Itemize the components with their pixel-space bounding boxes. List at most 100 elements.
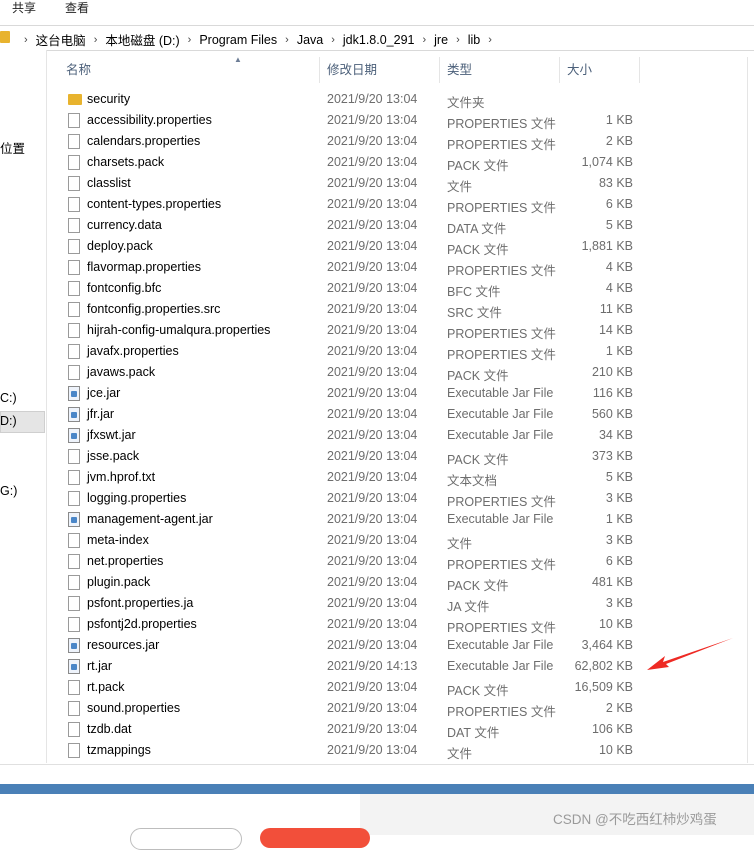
file-name[interactable]: classlist	[87, 176, 131, 190]
file-name[interactable]: fontconfig.bfc	[87, 281, 161, 295]
file-row[interactable]: currency.data 2021/9/20 13:04 DATA 文件 5 KB	[60, 215, 700, 236]
address-bar[interactable]: › 这台电脑 › 本地磁盘 (D:) › Program Files › Java › …	[0, 25, 754, 51]
breadcrumb-item[interactable]: lib	[468, 33, 481, 47]
file-name[interactable]: tzdb.dat	[87, 722, 131, 736]
file-name[interactable]: javaws.pack	[87, 365, 155, 379]
file-name[interactable]: tzmappings	[87, 743, 151, 757]
file-row[interactable]: jfxswt.jar 2021/9/20 13:04 Executable Jar …	[60, 425, 700, 446]
breadcrumb-item[interactable]: jdk1.8.0_291	[343, 33, 415, 47]
chevron-right-icon[interactable]: ›	[488, 34, 492, 46]
file-row[interactable]: fontconfig.properties.src 2021/9/20 13:04…	[60, 299, 700, 320]
file-name[interactable]: flavormap.properties	[87, 260, 201, 274]
file-row[interactable]: calendars.properties 2021/9/20 13:04 PROPE…	[60, 131, 700, 152]
file-name[interactable]: meta-index	[87, 533, 149, 547]
chevron-right-icon[interactable]: ›	[24, 34, 28, 46]
file-row[interactable]: sound.properties 2021/9/20 13:04 PROPERTIE…	[60, 698, 700, 719]
breadcrumb-item[interactable]: Java	[297, 33, 323, 47]
file-row[interactable]: javaws.pack 2021/9/20 13:04 PACK 文件 210 KB	[60, 362, 700, 383]
chevron-right-icon[interactable]: ›	[188, 34, 192, 46]
file-row[interactable]: jsse.pack 2021/9/20 13:04 PACK 文件 373 KB	[60, 446, 700, 467]
ribbon-tab-share[interactable]: 共享	[12, 0, 36, 16]
file-name[interactable]: calendars.properties	[87, 134, 200, 148]
file-name[interactable]: jfxswt.jar	[87, 428, 136, 442]
file-name[interactable]: accessibility.properties	[87, 113, 212, 127]
file-row[interactable]: meta-index 2021/9/20 13:04 文件 3 KB	[60, 530, 700, 551]
file-name[interactable]: plugin.pack	[87, 575, 150, 589]
file-name[interactable]: jce.jar	[87, 386, 120, 400]
breadcrumb-item[interactable]: 本地磁盘 (D:)	[105, 30, 179, 49]
chevron-right-icon[interactable]: ›	[456, 34, 460, 46]
outline-button[interactable]	[130, 828, 242, 850]
file-name[interactable]: security	[87, 92, 130, 106]
file-row[interactable]: charsets.pack 2021/9/20 13:04 PACK 文件 1,074…	[60, 152, 700, 173]
file-row[interactable]: content-types.properties 2021/9/20 13:04 P…	[60, 194, 700, 215]
file-name[interactable]: logging.properties	[87, 491, 186, 505]
file-name[interactable]: javafx.properties	[87, 344, 179, 358]
file-row[interactable]: jce.jar 2021/9/20 13:04 Executable Jar Fil…	[60, 383, 700, 404]
file-name[interactable]: deploy.pack	[87, 239, 153, 253]
chevron-right-icon[interactable]: ›	[331, 34, 335, 46]
file-name[interactable]: net.properties	[87, 554, 163, 568]
column-divider[interactable]	[439, 57, 440, 83]
file-row[interactable]: psfont.properties.ja 2021/9/20 13:04 JA 文件…	[60, 593, 700, 614]
breadcrumb-item[interactable]: 这台电脑	[36, 30, 86, 49]
file-name[interactable]: jsse.pack	[87, 449, 139, 463]
column-divider[interactable]	[639, 57, 640, 83]
file-row[interactable]: deploy.pack 2021/9/20 13:04 PACK 文件 1,881 K…	[60, 236, 700, 257]
column-divider[interactable]	[559, 57, 560, 83]
file-name[interactable]: jvm.hprof.txt	[87, 470, 155, 484]
chevron-right-icon[interactable]: ›	[94, 34, 98, 46]
chevron-right-icon[interactable]: ›	[422, 34, 426, 46]
file-row[interactable]: javafx.properties 2021/9/20 13:04 PROPERTI…	[60, 341, 700, 362]
file-row[interactable]: rt.jar 2021/9/20 14:13 Executable Jar File…	[60, 656, 700, 677]
file-row[interactable]: management-agent.jar 2021/9/20 13:04 Execu…	[60, 509, 700, 530]
file-row[interactable]: psfontj2d.properties 2021/9/20 13:04 PROPE…	[60, 614, 700, 635]
scrollbar-track[interactable]	[747, 57, 748, 763]
file-name[interactable]: management-agent.jar	[87, 512, 213, 526]
file-row[interactable]: logging.properties 2021/9/20 13:04 PROPERT…	[60, 488, 700, 509]
file-row[interactable]: accessibility.properties 2021/9/20 13:04 P…	[60, 110, 700, 131]
file-row[interactable]: fontconfig.bfc 2021/9/20 13:04 BFC 文件 4 KB	[60, 278, 700, 299]
column-divider[interactable]	[319, 57, 320, 83]
file-name[interactable]: jfr.jar	[87, 407, 114, 421]
file-name[interactable]: sound.properties	[87, 701, 180, 715]
column-size[interactable]: 大小	[567, 57, 592, 83]
column-name[interactable]: 名称	[66, 57, 91, 83]
file-name[interactable]: currency.data	[87, 218, 162, 232]
ribbon-tab-view[interactable]: 查看	[65, 0, 89, 16]
file-row[interactable]: classlist 2021/9/20 13:04 文件 83 KB	[60, 173, 700, 194]
column-type[interactable]: 类型	[447, 57, 472, 83]
nav-item-drive-g[interactable]: G:)	[0, 484, 17, 498]
file-icon	[68, 491, 80, 506]
file-row[interactable]: jvm.hprof.txt 2021/9/20 13:04 文本文档 5 KB	[60, 467, 700, 488]
file-row[interactable]: flavormap.properties 2021/9/20 13:04 PROPE…	[60, 257, 700, 278]
file-row[interactable]: jfr.jar 2021/9/20 13:04 Executable Jar Fil…	[60, 404, 700, 425]
file-name[interactable]: content-types.properties	[87, 197, 221, 211]
file-row[interactable]: resources.jar 2021/9/20 13:04 Executable J…	[60, 635, 700, 656]
file-row[interactable]: tzmappings 2021/9/20 13:04 文件 10 KB	[60, 740, 700, 761]
file-row[interactable]: security 2021/9/20 13:04 文件夹	[60, 89, 700, 110]
file-row[interactable]: plugin.pack 2021/9/20 13:04 PACK 文件 481 KB	[60, 572, 700, 593]
chevron-right-icon[interactable]: ›	[285, 34, 289, 46]
file-row[interactable]: net.properties 2021/9/20 13:04 PROPERTIES …	[60, 551, 700, 572]
file-row[interactable]: tzdb.dat 2021/9/20 13:04 DAT 文件 106 KB	[60, 719, 700, 740]
file-name[interactable]: hijrah-config-umalqura.properties	[87, 323, 270, 337]
file-date: 2021/9/20 13:04	[327, 197, 418, 211]
file-name[interactable]: resources.jar	[87, 638, 159, 652]
file-name[interactable]: psfont.properties.ja	[87, 596, 193, 610]
file-name[interactable]: charsets.pack	[87, 155, 164, 169]
column-date[interactable]: 修改日期	[327, 57, 377, 83]
file-name[interactable]: fontconfig.properties.src	[87, 302, 220, 316]
primary-button[interactable]	[260, 828, 370, 848]
nav-item-locations[interactable]: 位置	[0, 138, 25, 157]
nav-item-drive-d[interactable]: D:)	[0, 414, 17, 428]
file-name[interactable]: rt.pack	[87, 680, 125, 694]
file-row[interactable]: rt.pack 2021/9/20 13:04 PACK 文件 16,509 KB	[60, 677, 700, 698]
file-name[interactable]: rt.jar	[87, 659, 112, 673]
file-row[interactable]: hijrah-config-umalqura.properties 2021/9/…	[60, 320, 700, 341]
file-name[interactable]: psfontj2d.properties	[87, 617, 197, 631]
breadcrumb-item[interactable]: jre	[434, 33, 448, 47]
breadcrumb-item[interactable]: Program Files	[199, 33, 277, 47]
nav-item-drive-c[interactable]: C:)	[0, 391, 17, 405]
file-size: 4 KB	[605, 281, 633, 295]
